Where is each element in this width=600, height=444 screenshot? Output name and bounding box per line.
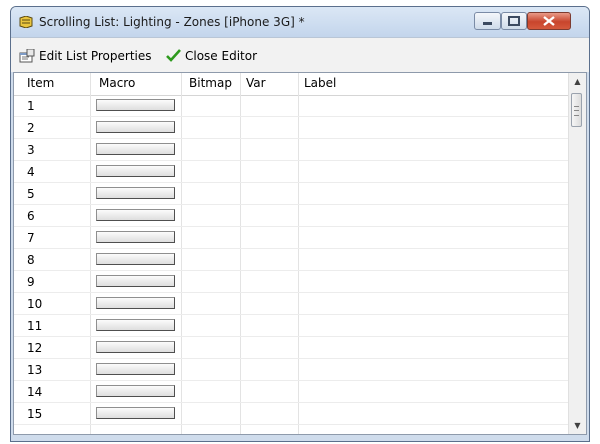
column-header-item[interactable]: Item bbox=[27, 76, 54, 90]
table-row[interactable]: 11 bbox=[14, 315, 569, 337]
table-row[interactable]: 8 bbox=[14, 249, 569, 271]
macro-button[interactable] bbox=[96, 363, 175, 375]
minimize-button[interactable] bbox=[474, 12, 501, 30]
macro-button[interactable] bbox=[96, 121, 175, 133]
macro-button[interactable] bbox=[96, 407, 175, 419]
title-bar[interactable]: Scrolling List: Lighting - Zones [iPhone… bbox=[11, 7, 589, 37]
row-item-number: 2 bbox=[27, 121, 35, 135]
table-row[interactable]: 9 bbox=[14, 271, 569, 293]
macro-button[interactable] bbox=[96, 385, 175, 397]
scroll-up-arrow-icon[interactable]: ▲ bbox=[569, 73, 586, 90]
row-item-number: 8 bbox=[27, 253, 35, 267]
grip-icon bbox=[574, 106, 579, 116]
column-header-bitmap[interactable]: Bitmap bbox=[189, 76, 232, 90]
column-header-label[interactable]: Label bbox=[304, 76, 336, 90]
table-row[interactable]: 15 bbox=[14, 403, 569, 425]
macro-button[interactable] bbox=[96, 209, 175, 221]
column-header-var[interactable]: Var bbox=[246, 76, 266, 90]
row-item-number: 12 bbox=[27, 341, 43, 355]
table-row[interactable]: 7 bbox=[14, 227, 569, 249]
editor-window: Scrolling List: Lighting - Zones [iPhone… bbox=[10, 6, 590, 442]
macro-button[interactable] bbox=[96, 297, 175, 309]
scroll-down-arrow-icon[interactable]: ▼ bbox=[569, 417, 586, 434]
check-icon[interactable] bbox=[166, 48, 181, 62]
row-item-number: 1 bbox=[27, 99, 35, 113]
table-row[interactable]: 4 bbox=[14, 161, 569, 183]
row-item-number: 3 bbox=[27, 143, 35, 157]
vertical-scrollbar[interactable]: ▲ ▼ bbox=[568, 73, 586, 434]
macro-button[interactable] bbox=[96, 165, 175, 177]
row-item-number: 6 bbox=[27, 209, 35, 223]
row-item-number: 5 bbox=[27, 187, 35, 201]
row-item-number: 7 bbox=[27, 231, 35, 245]
table-row[interactable]: 13 bbox=[14, 359, 569, 381]
edit-list-properties-button[interactable]: Edit List Properties bbox=[39, 49, 152, 63]
column-header-macro[interactable]: Macro bbox=[99, 76, 135, 90]
table-row[interactable]: 3 bbox=[14, 139, 569, 161]
list-grid: Item Macro Bitmap Var Label 1 2 3 4 5 6 … bbox=[13, 72, 587, 435]
macro-button[interactable] bbox=[96, 253, 175, 265]
row-item-number: 14 bbox=[27, 385, 43, 399]
macro-button[interactable] bbox=[96, 319, 175, 331]
row-item-number: 15 bbox=[27, 407, 43, 421]
window-title: Scrolling List: Lighting - Zones [iPhone… bbox=[39, 15, 305, 29]
macro-button[interactable] bbox=[96, 187, 175, 199]
macro-button[interactable] bbox=[96, 341, 175, 353]
close-editor-button[interactable]: Close Editor bbox=[185, 49, 257, 63]
table-row[interactable]: 12 bbox=[14, 337, 569, 359]
table-row[interactable]: 14 bbox=[14, 381, 569, 403]
row-item-number: 4 bbox=[27, 165, 35, 179]
table-row[interactable]: 2 bbox=[14, 117, 569, 139]
table-row[interactable]: 10 bbox=[14, 293, 569, 315]
table-row[interactable]: 1 bbox=[14, 95, 569, 117]
table-row[interactable]: 5 bbox=[14, 183, 569, 205]
macro-button[interactable] bbox=[96, 275, 175, 287]
table-row[interactable]: 6 bbox=[14, 205, 569, 227]
properties-icon[interactable] bbox=[19, 48, 35, 63]
macro-button[interactable] bbox=[96, 99, 175, 111]
app-icon bbox=[19, 15, 33, 29]
row-item-number: 11 bbox=[27, 319, 43, 333]
row-item-number: 9 bbox=[27, 275, 35, 289]
macro-button[interactable] bbox=[96, 231, 175, 243]
row-item-number: 10 bbox=[27, 297, 43, 311]
maximize-button[interactable] bbox=[501, 12, 527, 30]
macro-button[interactable] bbox=[96, 143, 175, 155]
grid-header: Item Macro Bitmap Var Label bbox=[14, 73, 569, 96]
close-window-button[interactable] bbox=[527, 12, 571, 30]
toolbar: Edit List Properties Close Editor bbox=[11, 37, 589, 72]
row-item-number: 13 bbox=[27, 363, 43, 377]
scrollbar-thumb[interactable] bbox=[571, 93, 582, 127]
